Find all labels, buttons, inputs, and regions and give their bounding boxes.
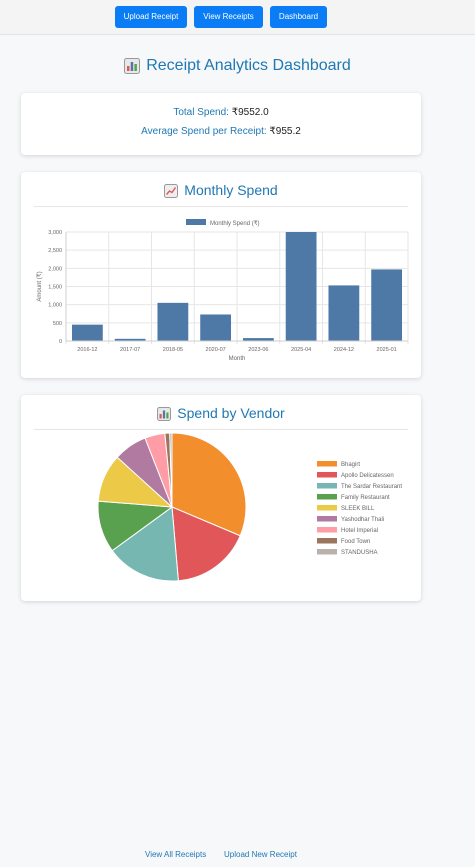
x-tick-label: 2016-12	[77, 347, 97, 353]
view-receipts-button[interactable]: View Receipts	[194, 6, 263, 28]
y-tick-label: 500	[53, 321, 62, 327]
average-spend-value: ₹955.2	[269, 126, 301, 137]
bar-chart-icon	[124, 57, 141, 74]
card-divider	[34, 206, 408, 207]
line-chart-icon	[164, 184, 179, 199]
upload-new-receipt-link[interactable]: Upload New Receipt	[224, 850, 297, 859]
card-divider	[34, 429, 408, 430]
total-spend-label: Total Spend:	[173, 107, 229, 118]
bar	[328, 285, 360, 341]
bar	[371, 269, 403, 341]
bar	[285, 232, 317, 341]
legend-label: Bhagirt	[341, 462, 360, 468]
legend-label: Food Town	[341, 539, 370, 545]
x-tick-label: 2025-04	[291, 347, 311, 353]
legend-label: STANDUSHA	[341, 550, 378, 556]
monthly-spend-bar-chart: Monthly Spend (₹) 0 500 1,000 1,500 2,000 2,50…	[36, 219, 409, 362]
x-axis-label: Month	[229, 356, 246, 362]
bar	[157, 302, 189, 341]
y-axis-label: Amount (₹)	[36, 271, 43, 301]
monthly-spend-title: Monthly Spend	[21, 182, 421, 199]
monthly-spend-title-text: Monthly Spend	[184, 182, 278, 198]
x-tick-label: 2025-01	[377, 347, 397, 353]
spend-by-vendor-title-text: Spend by Vendor	[177, 405, 285, 421]
x-tick-label: 2020-07	[206, 347, 226, 353]
legend-swatch	[317, 516, 337, 522]
y-tick-label: 1,000	[48, 303, 62, 309]
x-tick-label: 2024-12	[334, 347, 354, 353]
x-tick-label: 2018-05	[163, 347, 183, 353]
bar	[71, 324, 103, 341]
legend-swatch	[317, 538, 337, 544]
page-title: Receipt Analytics Dashboard	[0, 57, 475, 75]
legend-swatch	[317, 505, 337, 511]
bar	[200, 314, 232, 341]
y-tick-label: 1,500	[48, 285, 62, 291]
top-nav-bar: Upload Receipt View Receipts Dashboard	[0, 0, 475, 35]
legend-swatch	[186, 219, 206, 225]
summary-card: Total Spend: ₹9552.0 Average Spend per R…	[21, 93, 421, 155]
upload-receipt-button[interactable]: Upload Receipt	[115, 6, 187, 28]
y-tick-label: 0	[59, 339, 62, 345]
monthly-spend-card: Monthly Spend Monthly Spend (₹) 0 500 1,000…	[21, 172, 421, 378]
spend-by-vendor-title: Spend by Vendor	[21, 405, 421, 422]
y-tick-label: 2,500	[48, 248, 62, 254]
average-spend-label: Average Spend per Receipt:	[141, 126, 267, 137]
legend-label: Monthly Spend (₹)	[210, 220, 260, 227]
legend-label: The Sardar Restaurant	[341, 484, 402, 490]
page-title-text: Receipt Analytics Dashboard	[146, 57, 351, 74]
total-spend-line: Total Spend: ₹9552.0	[21, 107, 421, 118]
bar-chart-icon	[157, 407, 172, 422]
view-all-receipts-link[interactable]: View All Receipts	[145, 850, 206, 859]
legend-swatch	[317, 472, 337, 478]
legend-label: Family Restaurant	[341, 495, 390, 501]
total-spend-value: ₹9552.0	[231, 107, 269, 118]
y-tick-label: 3,000	[48, 230, 62, 236]
legend-label: SLEEK BILL	[341, 506, 375, 512]
vendor-pie-chart: Bhagirt Apollo Delicatessen The Sardar Res…	[97, 432, 402, 582]
legend-swatch	[317, 549, 337, 555]
legend-swatch	[317, 527, 337, 533]
x-tick-label: 2017-07	[120, 347, 140, 353]
legend-label: Yashodhar Thali	[341, 517, 384, 523]
legend-label: Hotel Imperial	[341, 528, 378, 534]
legend-swatch	[317, 461, 337, 467]
legend-label: Apollo Delicatessen	[341, 473, 394, 479]
x-tick-label: 2023-06	[248, 347, 268, 353]
average-spend-line: Average Spend per Receipt: ₹955.2	[21, 126, 421, 137]
spend-by-vendor-card: Spend by Vendor Bhagirt Apollo Delicatess…	[21, 395, 421, 601]
legend-swatch	[317, 483, 337, 489]
y-tick-label: 2,000	[48, 266, 62, 272]
dashboard-button[interactable]: Dashboard	[270, 6, 327, 28]
legend-swatch	[317, 494, 337, 500]
